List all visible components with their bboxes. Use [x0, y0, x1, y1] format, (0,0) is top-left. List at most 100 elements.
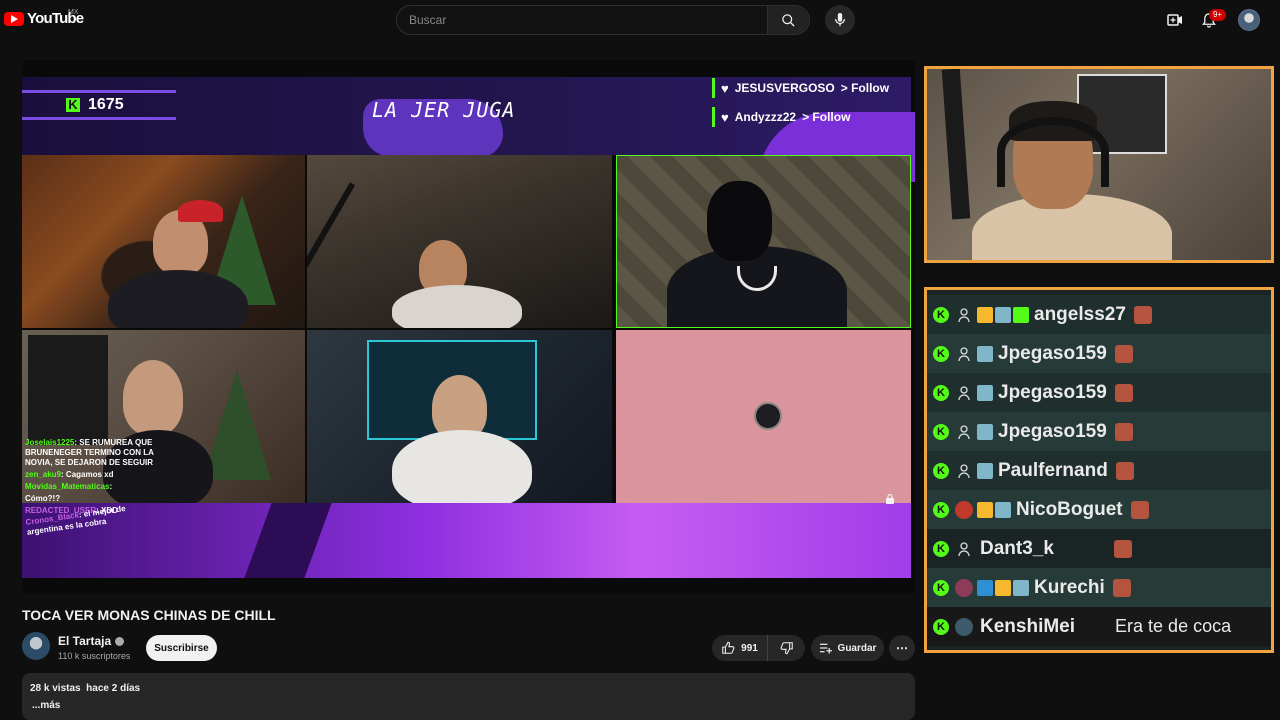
overlay-chat-user: zen_aku9: [25, 470, 62, 479]
chat-row: K Jpegaso159: [927, 412, 1271, 451]
chat-username: KenshiMei: [980, 615, 1076, 637]
search-button[interactable]: [767, 6, 809, 34]
stream-chat-panel: K angelss27 K Jpegaso159 K Jpegaso159 K …: [924, 287, 1274, 653]
chat-username: Jpegaso159: [998, 420, 1107, 442]
stream-title-art: LA JER JUGA: [372, 98, 516, 122]
upload-age: hace 2 días: [86, 683, 141, 694]
sub-badge-icon: [977, 423, 993, 440]
kick-logo-icon: K: [66, 98, 80, 112]
show-more-link[interactable]: ...más: [32, 700, 907, 711]
chat-username: angelss27: [1034, 303, 1126, 325]
follow-alert: ♥ Andyzzz22 > Follow: [712, 107, 850, 127]
heart-icon: ♥: [721, 80, 729, 96]
more-actions-button[interactable]: ⋯: [889, 635, 915, 661]
verified-icon: [115, 636, 125, 646]
kick-badge-icon: K: [933, 384, 949, 401]
overlay-chat-line: Joselais1225: SE RUMUREA QUE BRUNENEGER …: [25, 438, 155, 468]
create-button[interactable]: [1163, 8, 1187, 32]
sub-badge-icon: [977, 384, 993, 401]
user-avatar-icon: [955, 306, 973, 324]
crown-badge-icon: [995, 579, 1011, 596]
channel-avatar[interactable]: [22, 632, 50, 660]
kick-badge-icon: K: [933, 462, 949, 479]
search-icon: [782, 13, 795, 27]
kick-badge-icon: K: [933, 423, 949, 440]
chat-row: K KenshiMei Era te de coca: [927, 607, 1271, 646]
chat-row: K NicoBoguet: [927, 490, 1271, 529]
chat-username: Dant3_k: [980, 537, 1054, 559]
description-box[interactable]: 28 k vistas hace 2 días ...más: [22, 673, 915, 720]
overlay-chat-line: Movidas_Matematicas:: [25, 482, 155, 492]
user-avatar-icon: [955, 423, 973, 441]
streamer-body: [392, 430, 532, 503]
emote-icon: [1114, 422, 1133, 441]
search-input[interactable]: [397, 6, 769, 34]
channel-name-link[interactable]: El Tartaja: [58, 634, 125, 648]
gift-badge-icon: [1013, 306, 1029, 323]
crown-badge-icon: [977, 501, 993, 518]
kick-badge-icon: K: [933, 345, 949, 362]
overlay-chat-user: Joselais1225: [25, 438, 75, 447]
video-title: TOCA VER MONAS CHINAS DE CHILL: [22, 607, 276, 623]
poster: [28, 335, 108, 445]
crown-badge-icon: [977, 306, 993, 323]
streamer-facecam: [924, 66, 1274, 263]
sub-badge-icon: [1013, 579, 1029, 596]
kick-badge-icon: K: [933, 579, 949, 596]
view-count: 28 k vistas: [30, 683, 81, 694]
user-avatar-icon: [955, 540, 973, 558]
account-avatar[interactable]: [1238, 9, 1260, 31]
mic-icon: [834, 13, 846, 27]
overlay-chat-user: Movidas_Matematicas: [25, 482, 110, 491]
save-label: Guardar: [837, 642, 877, 654]
like-count: 991: [741, 642, 758, 654]
chat-row: K Paulfernand: [927, 451, 1271, 490]
user-avatar-icon: [955, 345, 973, 363]
microphone: [941, 69, 971, 220]
save-button[interactable]: Guardar: [811, 635, 884, 661]
webcam-tile-5: [307, 330, 612, 503]
voice-search-button[interactable]: [825, 5, 855, 35]
video-meta: 28 k vistas hace 2 días: [30, 683, 907, 694]
overlay-chat-text: :: [109, 482, 113, 491]
chat-username: Jpegaso159: [998, 342, 1107, 364]
like-button[interactable]: 991: [712, 635, 768, 661]
user-avatar-icon: [955, 617, 973, 636]
video-player[interactable]: K 1675 LA JER JUGA ♥ JESUSVERGOSO > Foll…: [22, 60, 915, 593]
heart-icon: ♥: [721, 109, 729, 125]
masthead: YouTube MX 9+: [0, 0, 1280, 40]
thumbs-up-icon: [722, 641, 735, 654]
dislike-button[interactable]: [768, 635, 805, 661]
webcam-tile-6: [616, 330, 911, 503]
venom-head: [707, 181, 772, 261]
chat-username: NicoBoguet: [1016, 498, 1123, 520]
overlay-chat-text: Cómo?!?: [25, 494, 61, 503]
lock-icon: [886, 493, 894, 504]
emote-icon: [1133, 305, 1152, 324]
sub-badge-icon: [977, 345, 993, 362]
follow-user: JESUSVERGOSO: [734, 81, 835, 95]
overlay-chat-text: : Cagamos xd: [61, 470, 114, 479]
emote-icon: [1114, 383, 1133, 402]
kick-count: 1675: [88, 96, 124, 113]
stream-frame: K 1675 LA JER JUGA ♥ JESUSVERGOSO > Foll…: [22, 60, 915, 593]
chat-row: K Jpegaso159: [927, 334, 1271, 373]
kick-badge-icon: K: [933, 306, 949, 323]
follow-alert: ♥ JESUSVERGOSO > Follow: [712, 78, 889, 98]
like-dislike-group: 991: [712, 635, 805, 661]
follow-action: > Follow: [802, 110, 851, 124]
chat-username: Kurechi: [1034, 576, 1105, 598]
emote-icon: [1112, 578, 1131, 597]
kick-badge-icon: K: [933, 501, 949, 518]
notification-count-badge: 9+: [1209, 9, 1226, 21]
play-logo-icon: [4, 11, 24, 26]
chat-row: K Kurechi: [927, 568, 1271, 607]
chat-row: K Jpegaso159: [927, 373, 1271, 412]
follow-user: Andyzzz22: [734, 110, 797, 124]
subscribe-button[interactable]: Suscribirse: [146, 635, 217, 661]
avatar-placeholder: [754, 402, 782, 430]
stream-overlay-chat: Joselais1225: SE RUMUREA QUE BRUNENEGER …: [25, 438, 155, 540]
mic-arm: [307, 182, 356, 298]
user-avatar-icon: [955, 578, 973, 597]
streamer-face: [123, 360, 183, 435]
